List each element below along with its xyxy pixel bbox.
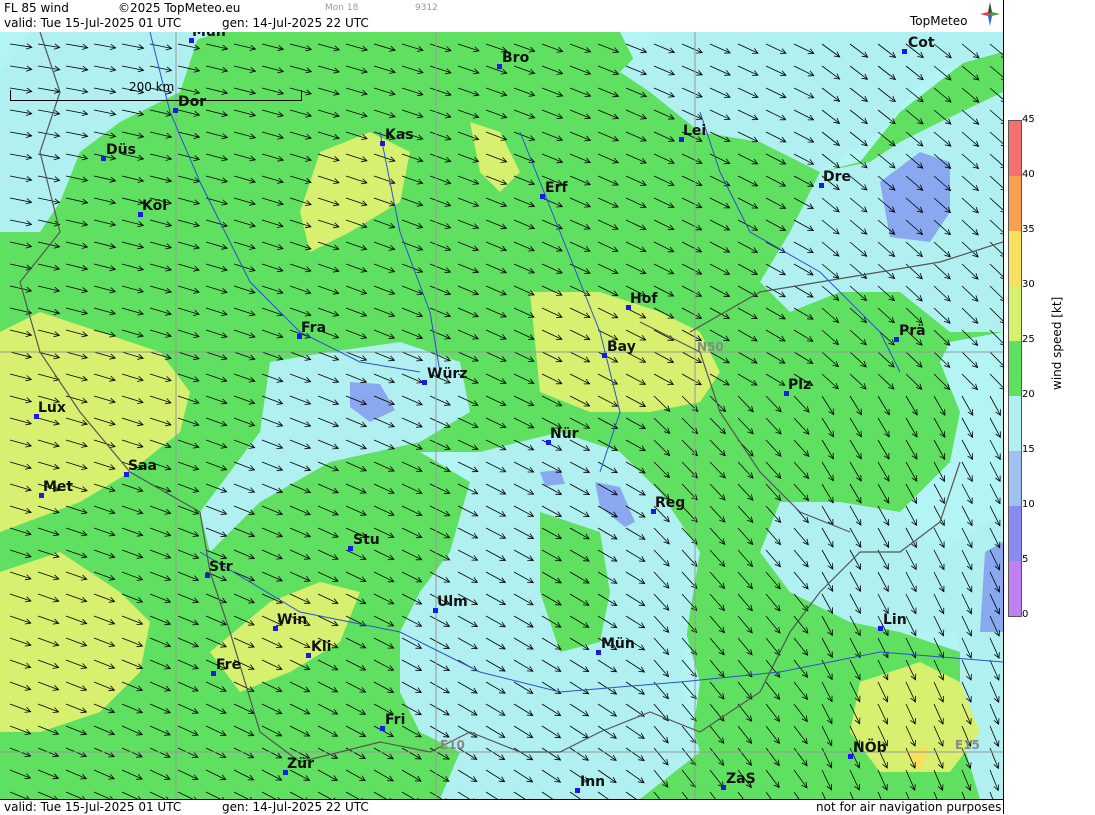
city-muenster: Mün (192, 32, 226, 40)
city-met: Met (43, 479, 74, 495)
city-bro: Bro (502, 50, 530, 66)
legend-tick: 45 (1022, 114, 1035, 125)
city-ulm: Ulm (437, 594, 468, 610)
city-pra: Prä (899, 323, 926, 339)
faint-label-center: Mon 18 (325, 3, 359, 13)
city-inn: Inn (580, 774, 606, 790)
legend-tick: 20 (1022, 389, 1035, 400)
generation-time: gen: 14-Jul-2025 22 UTC (222, 16, 369, 30)
legend-tick: 35 (1022, 224, 1035, 235)
legend-title: wind speed [kt] (1050, 296, 1064, 390)
city-zur: Zür (287, 756, 315, 772)
city-win: Win (277, 612, 308, 628)
city-reg: Reg (655, 495, 686, 511)
city-kli: Kli (311, 639, 332, 655)
city-fra: Fra (301, 320, 327, 336)
city-munchen: Mün (601, 636, 635, 652)
city-nob: NÖb (853, 740, 887, 756)
city-cot: Cot (908, 35, 935, 51)
city-kas: Kas (385, 127, 414, 143)
city-dre: Dre (823, 169, 852, 185)
legend-color-bar (1008, 120, 1022, 617)
city-erf: Erf (545, 180, 568, 196)
legend-swatch (1009, 561, 1021, 616)
grid-label-n50: N50 (697, 340, 724, 354)
legend-tick: 5 (1022, 554, 1029, 565)
legend-swatch (1009, 451, 1021, 506)
speed-zones (0, 32, 1003, 799)
grid-label-e10: E10 (440, 738, 465, 752)
city-lin: Lin (883, 612, 907, 628)
legend-tick: 25 (1022, 334, 1035, 345)
city-nur: Nür (550, 426, 579, 442)
legend-swatch (1009, 176, 1021, 231)
city-wur: Würz (427, 366, 468, 382)
footer-disclaimer: not for air navigation purposes (816, 800, 1002, 814)
map-footer: valid: Tue 15-Jul-2025 01 UTC gen: 14-Ju… (0, 799, 1003, 815)
city-stu: Stu (353, 532, 380, 548)
legend-tick: 15 (1022, 444, 1035, 455)
legend-swatch (1009, 506, 1021, 561)
valid-time: valid: Tue 15-Jul-2025 01 UTC (4, 16, 182, 30)
city-saa: Saa (128, 458, 157, 474)
product-title: FL 85 wind (4, 1, 69, 15)
legend-tick: 0 (1022, 609, 1029, 620)
city-lei: Lei (683, 123, 707, 139)
scale-bar: 200 km (10, 80, 302, 101)
city-hof: Hof (630, 291, 658, 307)
footer-valid: valid: Tue 15-Jul-2025 01 UTC (4, 800, 182, 814)
grid-label-e15: E15 (955, 738, 980, 752)
city-fri: Fri (385, 712, 406, 728)
copyright-text: ©2025 TopMeteo.eu (118, 1, 241, 15)
city-kol: Köl (142, 198, 168, 214)
city-dor: Dor (178, 94, 207, 110)
wind-field-svg (0, 32, 1003, 799)
legend-tick: 30 (1022, 279, 1035, 290)
topmeteo-logo-text: TopMeteo (910, 14, 968, 28)
footer-gen: gen: 14-Jul-2025 22 UTC (222, 800, 369, 814)
faint-label-right: 9312 (415, 3, 438, 13)
legend-swatch (1009, 396, 1021, 451)
city-plz: Plz (788, 377, 812, 393)
legend-swatch (1009, 341, 1021, 396)
compass-logo-icon (980, 2, 1000, 26)
legend-swatch (1009, 286, 1021, 341)
city-fre: Fre (216, 657, 242, 673)
legend-tick: 40 (1022, 169, 1035, 180)
map-header: FL 85 wind ©2025 TopMeteo.eu Mon 18 9312… (0, 0, 1003, 33)
city-bay: Bay (607, 339, 636, 355)
scale-label: 200 km (129, 80, 175, 94)
wind-map: 200 km N50 E10 E15 Mün Bro Cot Dor Kas L… (0, 32, 1003, 799)
legend-tick: 10 (1022, 499, 1035, 510)
city-dus: Düs (106, 142, 136, 158)
city-lux: Lux (38, 400, 66, 416)
city-str: Str (209, 559, 233, 575)
legend-swatch (1009, 121, 1021, 176)
speed-legend (1003, 0, 1095, 814)
city-zas: ZaS (726, 771, 756, 787)
legend-swatch (1009, 231, 1021, 286)
